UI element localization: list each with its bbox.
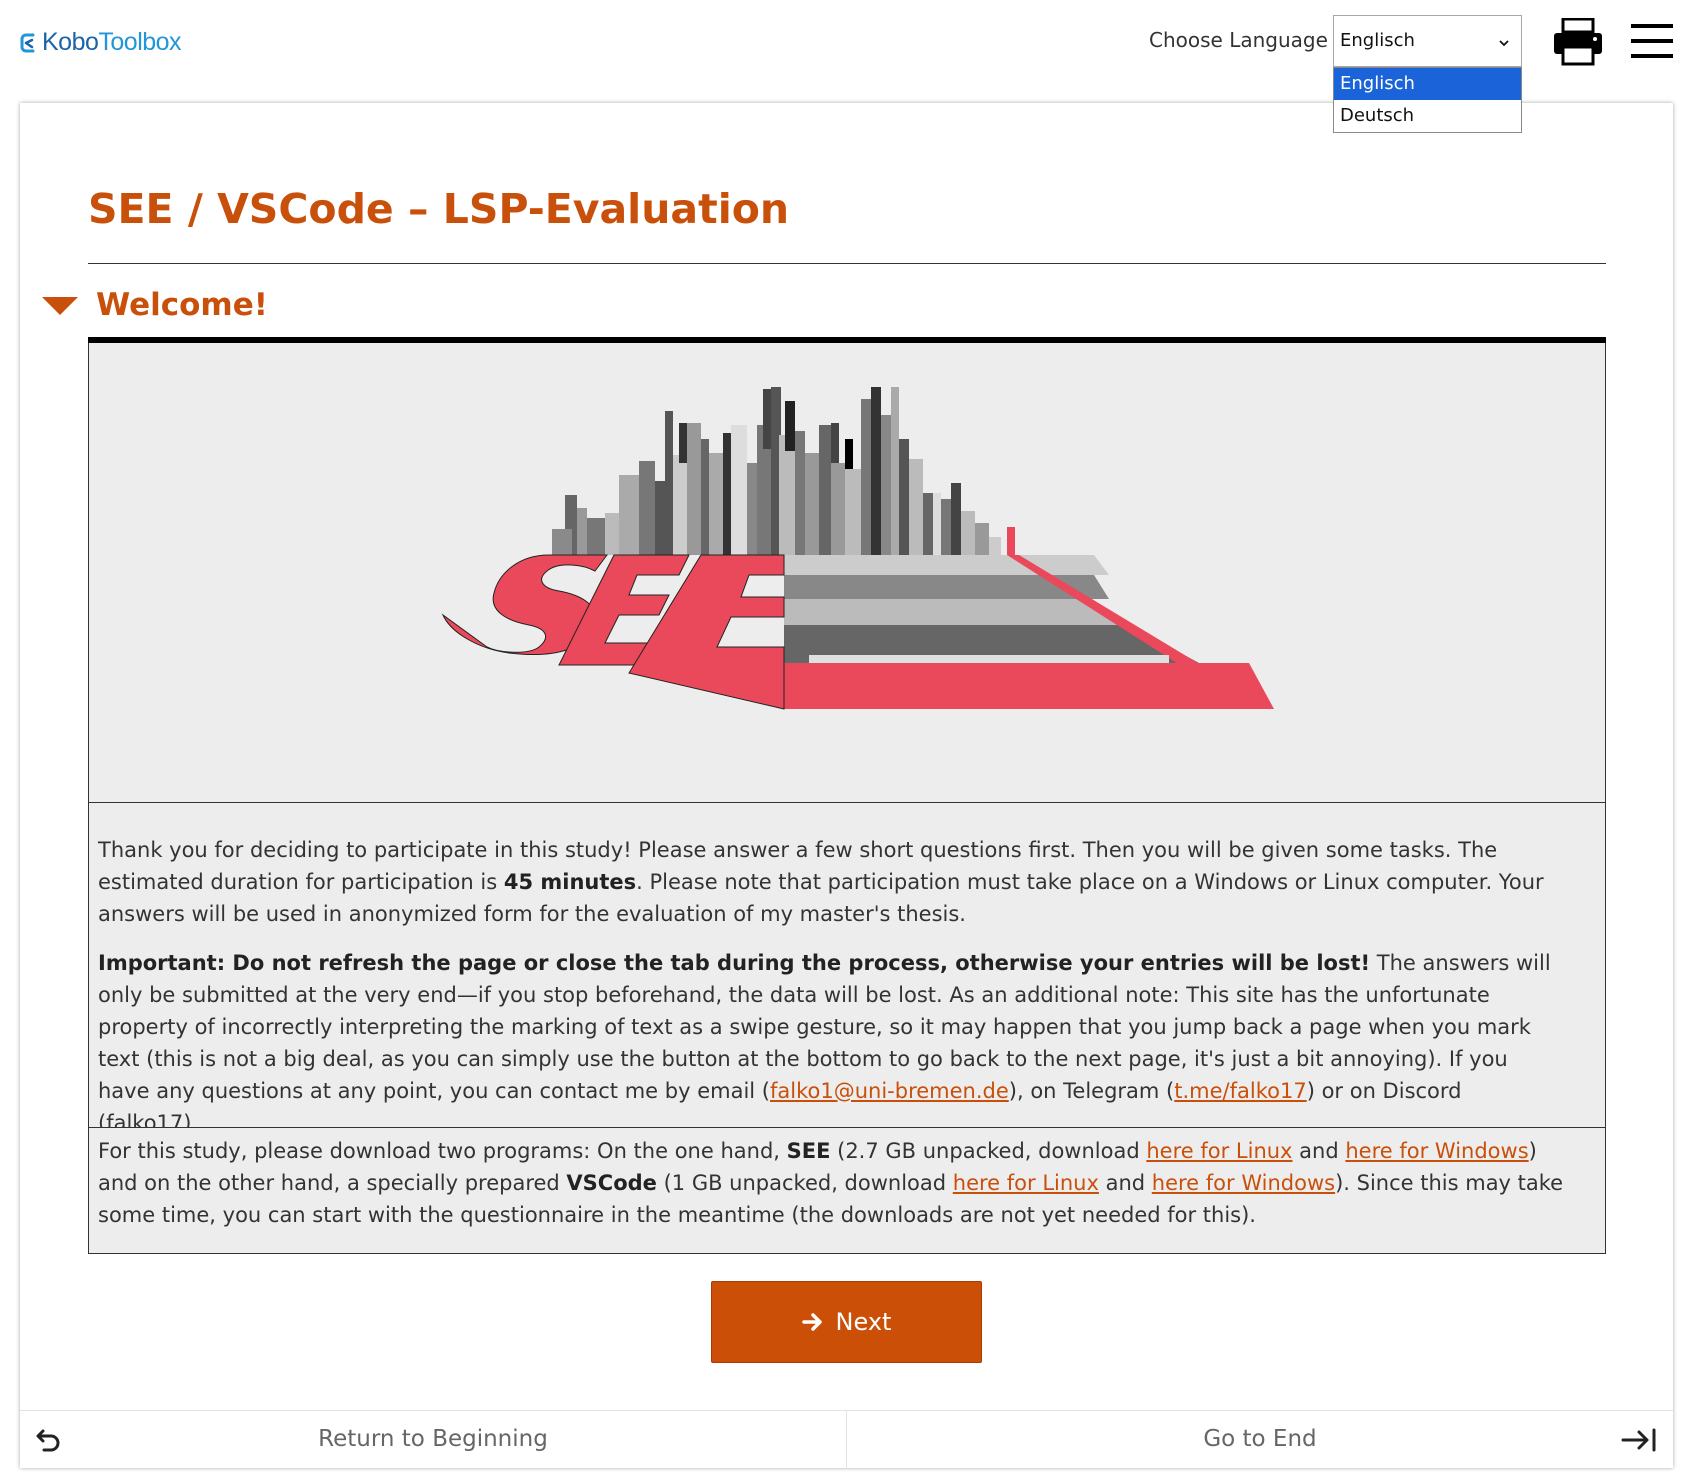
email-link[interactable]: falko1@uni-bremen.de: [770, 1079, 1009, 1103]
see-linux-link[interactable]: here for Linux: [1146, 1139, 1292, 1163]
return-to-beginning-label: Return to Beginning: [318, 1426, 548, 1452]
see-logo-image-row: [88, 343, 1606, 803]
language-dropdown: Englisch Deutsch: [1333, 67, 1522, 133]
kobo-logo-icon: [20, 33, 35, 52]
see-name: SEE: [786, 1139, 831, 1163]
top-bar: KoboToolbox Choose Language Englisch Eng…: [0, 0, 1693, 133]
printer-icon[interactable]: [1552, 18, 1604, 66]
logo-wordmark: KoboToolbox: [42, 28, 182, 56]
downloads-paragraph: For this study, please download two prog…: [89, 1128, 1605, 1231]
intro-paragraph: Thank you for deciding to participate in…: [89, 803, 1605, 930]
footer-nav: Return to Beginning Go to End: [20, 1410, 1673, 1469]
language-select[interactable]: Englisch: [1333, 15, 1522, 67]
downloads-text-c: and: [1292, 1139, 1346, 1163]
form-card: SEE / VSCode – LSP-Evaluation Welcome! T…: [20, 103, 1673, 1469]
next-button-label: Next: [835, 1308, 892, 1336]
welcome-group: Thank you for deciding to participate in…: [88, 337, 1606, 1254]
see-letters-graphic: [441, 554, 785, 710]
next-button[interactable]: Next: [711, 1281, 982, 1363]
title-divider: [88, 263, 1606, 264]
vscode-linux-link[interactable]: here for Linux: [953, 1171, 1099, 1195]
city-skyline-graphic: [552, 387, 1015, 557]
duration-text: 45 minutes: [503, 870, 637, 894]
important-warning: Important: Do not refresh the page or cl…: [98, 951, 1371, 975]
telegram-prefix: ), on Telegram (: [1008, 1079, 1175, 1103]
chevron-down-icon: [1499, 40, 1509, 47]
kobotoolbox-logo[interactable]: KoboToolbox: [20, 28, 182, 57]
downloads-text-a: For this study, please download two prog…: [98, 1139, 787, 1163]
important-paragraph: Important: Do not refresh the page or cl…: [89, 930, 1605, 1139]
telegram-link[interactable]: t.me/falko17: [1174, 1079, 1306, 1103]
collapse-triangle-icon[interactable]: [42, 295, 78, 317]
downloads-text-e: (1 GB unpacked, download: [656, 1171, 953, 1195]
vscode-name: VSCode: [566, 1171, 657, 1195]
form-title: SEE / VSCode – LSP-Evaluation: [88, 185, 790, 233]
go-to-end-label: Go to End: [1203, 1426, 1317, 1452]
downloads-text-b: (2.7 GB unpacked, download: [830, 1139, 1147, 1163]
platform-graphic: [784, 555, 1274, 709]
arrow-to-end-icon: [1621, 1428, 1656, 1452]
language-option-englisch[interactable]: Englisch: [1334, 68, 1521, 100]
language-selected-value: Englisch: [1340, 30, 1415, 51]
vscode-windows-link[interactable]: here for Windows: [1152, 1171, 1335, 1195]
go-to-end-button[interactable]: Go to End: [847, 1411, 1673, 1469]
language-label: Choose Language: [1149, 28, 1328, 52]
see-windows-link[interactable]: here for Windows: [1345, 1139, 1528, 1163]
section-title[interactable]: Welcome!: [96, 287, 268, 323]
return-to-beginning-button[interactable]: Return to Beginning: [20, 1411, 847, 1469]
downloads-text-row: For this study, please download two prog…: [88, 1128, 1606, 1254]
downloads-text-f: and: [1098, 1171, 1152, 1195]
arrow-right-icon: [801, 1313, 822, 1331]
see-logo-image: [441, 387, 1274, 710]
intro-text-row: Thank you for deciding to participate in…: [88, 803, 1606, 1135]
language-option-deutsch[interactable]: Deutsch: [1334, 100, 1521, 132]
hamburger-menu-icon[interactable]: [1631, 22, 1673, 60]
